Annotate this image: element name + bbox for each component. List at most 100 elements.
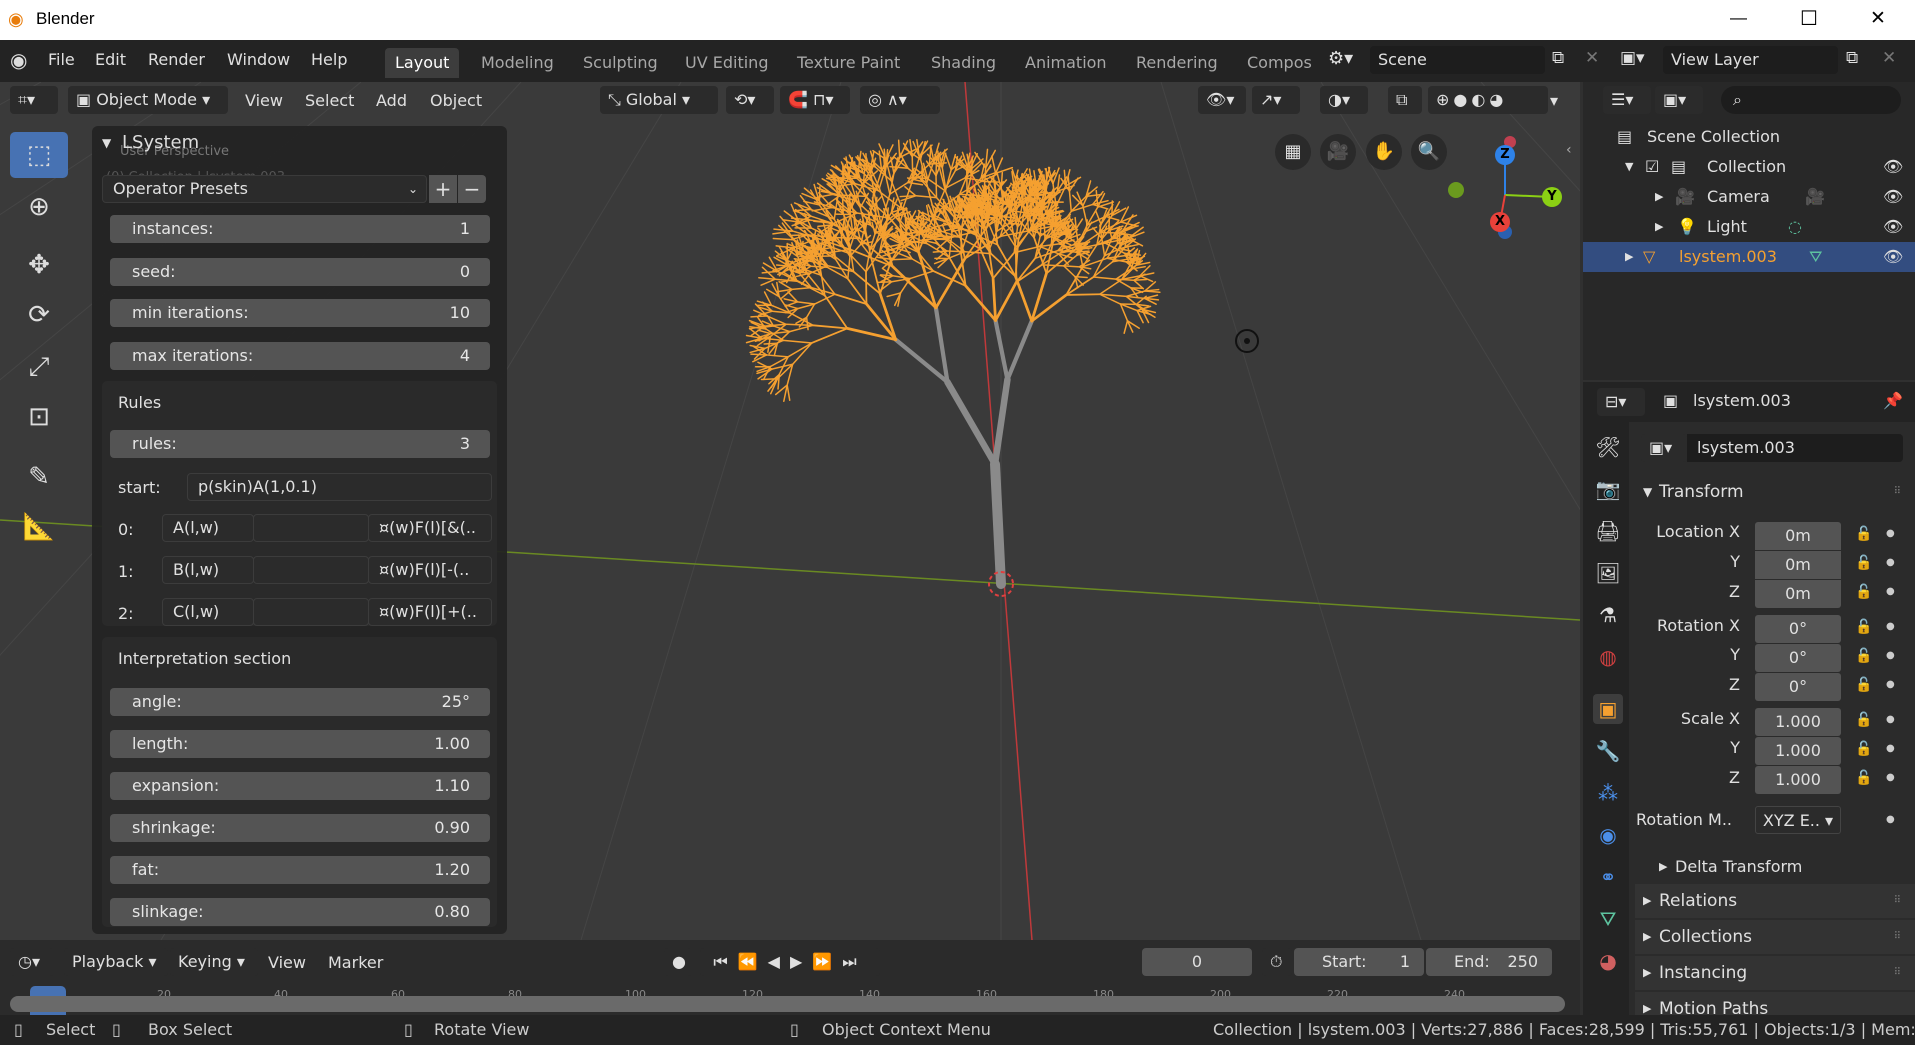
lock-icon[interactable]: 🔓 [1855, 619, 1872, 635]
new-scene-icon[interactable]: ⧉ [1552, 48, 1564, 68]
outliner-item-camera[interactable]: ▶ 🎥 Camera 🎥 👁 [1583, 182, 1915, 212]
transform-tool-icon[interactable]: ⊡ [10, 394, 68, 440]
drag-handle-icon[interactable]: ⠿ [1894, 884, 1901, 918]
delete-scene-icon[interactable]: ✕ [1585, 48, 1599, 68]
select-box-tool-icon[interactable]: ⬚ [10, 132, 68, 178]
outliner-item-collection[interactable]: ▼ ☑ ▤ Collection 👁 [1583, 152, 1915, 182]
tab-texture-paint[interactable]: Texture Paint [787, 48, 910, 78]
outliner-scene-collection[interactable]: ▤ Scene Collection [1583, 122, 1915, 152]
playback-controls[interactable]: ⏮⏪◀▶⏩⏭ [700, 948, 880, 976]
properties-editor-type-icon[interactable]: ⊟▾ [1597, 388, 1645, 416]
gizmo-x-button[interactable]: X [1490, 212, 1510, 232]
minimize-button[interactable]: — [1730, 8, 1747, 28]
eye-icon[interactable]: 👁 [1883, 152, 1903, 182]
keyframe-dot-icon[interactable]: ● [1886, 528, 1895, 539]
delta-transform-header[interactable]: ▶ Delta Transform [1635, 850, 1915, 884]
blender-menu-icon[interactable]: ◉ [10, 48, 27, 72]
lock-icon[interactable]: 🔓 [1855, 770, 1872, 786]
measure-tool-icon[interactable]: 📐 [10, 504, 68, 550]
scale-z-field[interactable]: 1.000 [1755, 766, 1841, 794]
location-z-field[interactable]: 0m [1755, 580, 1841, 608]
operator-presets-dropdown[interactable]: Operator Presets ⌄ [102, 175, 427, 203]
length-field[interactable]: length: 1.00 [110, 730, 490, 758]
gizmo-toggle-icon[interactable]: ↗▾ [1252, 86, 1300, 114]
select-menu[interactable]: Select [305, 91, 354, 110]
scene-selector[interactable]: Scene [1370, 46, 1545, 74]
shrinkage-field[interactable]: shrinkage: 0.90 [110, 814, 490, 842]
rule-2-condition-input[interactable] [253, 598, 369, 626]
display-mode-icon[interactable]: ▣▾ [1655, 86, 1703, 114]
visibility-icon[interactable]: 👁▾ [1198, 86, 1246, 114]
tab-shading[interactable]: Shading [921, 48, 1006, 78]
outliner-item-lsystem[interactable]: ▶ ▽ lsystem.003 ⛛ 👁 [1583, 242, 1915, 272]
rotate-tool-icon[interactable]: ⟳ [10, 292, 68, 338]
pan-hand-icon[interactable]: ✋ [1366, 134, 1402, 170]
add-menu[interactable]: Add [376, 91, 407, 110]
keyframe-dot-icon[interactable]: ● [1886, 714, 1895, 725]
view-menu[interactable]: View [245, 91, 283, 110]
keyframe-dot-icon[interactable]: ● [1886, 621, 1895, 632]
transform-panel-header[interactable]: ▼ Transform ⠿ [1635, 475, 1915, 509]
object-mode-dropdown[interactable]: ▣ Object Mode ▾ [68, 86, 228, 114]
location-x-field[interactable]: 0m [1755, 522, 1841, 550]
view-layer-selector[interactable]: View Layer [1663, 46, 1838, 74]
gizmo-y-button[interactable]: Y [1542, 187, 1562, 207]
instancing-header[interactable]: ▶ Instancing ⠿ [1635, 956, 1915, 990]
constraints-tab-icon[interactable]: ⚭ [1593, 862, 1623, 892]
move-tool-icon[interactable]: ✥ [10, 242, 68, 288]
overlays-icon[interactable]: ◑▾ [1320, 86, 1368, 114]
tab-sculpting[interactable]: Sculpting [573, 48, 668, 78]
tab-layout[interactable]: Layout [385, 48, 460, 78]
lock-icon[interactable]: 🔓 [1855, 555, 1872, 571]
playback-menu[interactable]: Playback ▾ [64, 948, 168, 976]
current-frame-field[interactable]: 0 [1142, 948, 1252, 976]
eye-icon[interactable]: 👁 [1883, 212, 1903, 242]
delete-view-layer-icon[interactable]: ✕ [1882, 48, 1896, 68]
rule-1-rhs-input[interactable]: ¤(w)F(l)[-(.. [368, 556, 492, 584]
object-name-input[interactable]: lsystem.003 [1687, 434, 1903, 462]
maximize-button[interactable]: ☐ [1800, 6, 1818, 31]
gizmo-z-button[interactable]: Z [1495, 145, 1515, 165]
proportional-editing-icon[interactable]: ◎ ∧▾ [860, 86, 940, 114]
keyframe-dot-icon[interactable]: ● [1886, 586, 1895, 597]
keyframe-dot-icon[interactable]: ● [1886, 814, 1895, 825]
stopwatch-icon[interactable]: ⏱ [1262, 948, 1292, 976]
editor-type-button[interactable]: ⌗▾ [10, 86, 58, 114]
lock-icon[interactable]: 🔓 [1855, 741, 1872, 757]
pin-icon[interactable]: 📌 [1883, 391, 1903, 410]
outliner-search-input[interactable]: ⌕ [1721, 86, 1901, 114]
tab-uv-editing[interactable]: UV Editing [675, 48, 778, 78]
keying-menu[interactable]: Keying ▾ [170, 948, 258, 976]
menu-help[interactable]: Help [311, 50, 347, 69]
shading-mode-icons[interactable]: ⊕●◐◕ [1428, 86, 1548, 114]
eye-icon[interactable]: 👁 [1883, 182, 1903, 212]
object-menu[interactable]: Object [430, 91, 482, 110]
expand-arrow-icon[interactable]: ▶ [1655, 212, 1663, 242]
lock-icon[interactable]: 🔓 [1855, 712, 1872, 728]
rotation-x-field[interactable]: 0° [1755, 615, 1841, 643]
menu-file[interactable]: File [48, 50, 75, 69]
object-browse-icon[interactable]: ▣▾ [1641, 434, 1687, 462]
menu-window[interactable]: Window [227, 50, 290, 69]
data-tab-icon[interactable]: ⛛ [1593, 904, 1623, 934]
seed-field[interactable]: seed: 0 [110, 258, 490, 286]
drag-handle-icon[interactable]: ⠿ [1894, 920, 1901, 954]
collapse-arrow-icon[interactable]: ▼ [102, 136, 111, 150]
annotate-tool-icon[interactable]: ✎ [10, 454, 68, 500]
rule-0-condition-input[interactable] [253, 514, 369, 542]
max-iterations-field[interactable]: max iterations: 4 [110, 342, 490, 370]
camera-data-icon[interactable]: 🎥 [1805, 182, 1825, 212]
tab-compositing[interactable]: Compos [1237, 48, 1322, 78]
tool-tab-icon[interactable]: 🛠 [1593, 432, 1623, 462]
motion-paths-header[interactable]: ▶ Motion Paths [1635, 992, 1915, 1015]
tab-rendering[interactable]: Rendering [1126, 48, 1228, 78]
angle-field[interactable]: angle: 25° [110, 688, 490, 716]
rules-count-field[interactable]: rules: 3 [110, 430, 490, 458]
min-iterations-field[interactable]: min iterations: 10 [110, 299, 490, 327]
rotation-y-field[interactable]: 0° [1755, 644, 1841, 672]
drag-handle-icon[interactable]: ⠿ [1894, 475, 1901, 509]
keyframe-dot-icon[interactable]: ● [1886, 650, 1895, 661]
remove-preset-button[interactable]: − [458, 175, 486, 203]
new-view-layer-icon[interactable]: ⧉ [1846, 48, 1858, 68]
transform-orientation-dropdown[interactable]: ⤡ Global ▾ [600, 86, 718, 114]
